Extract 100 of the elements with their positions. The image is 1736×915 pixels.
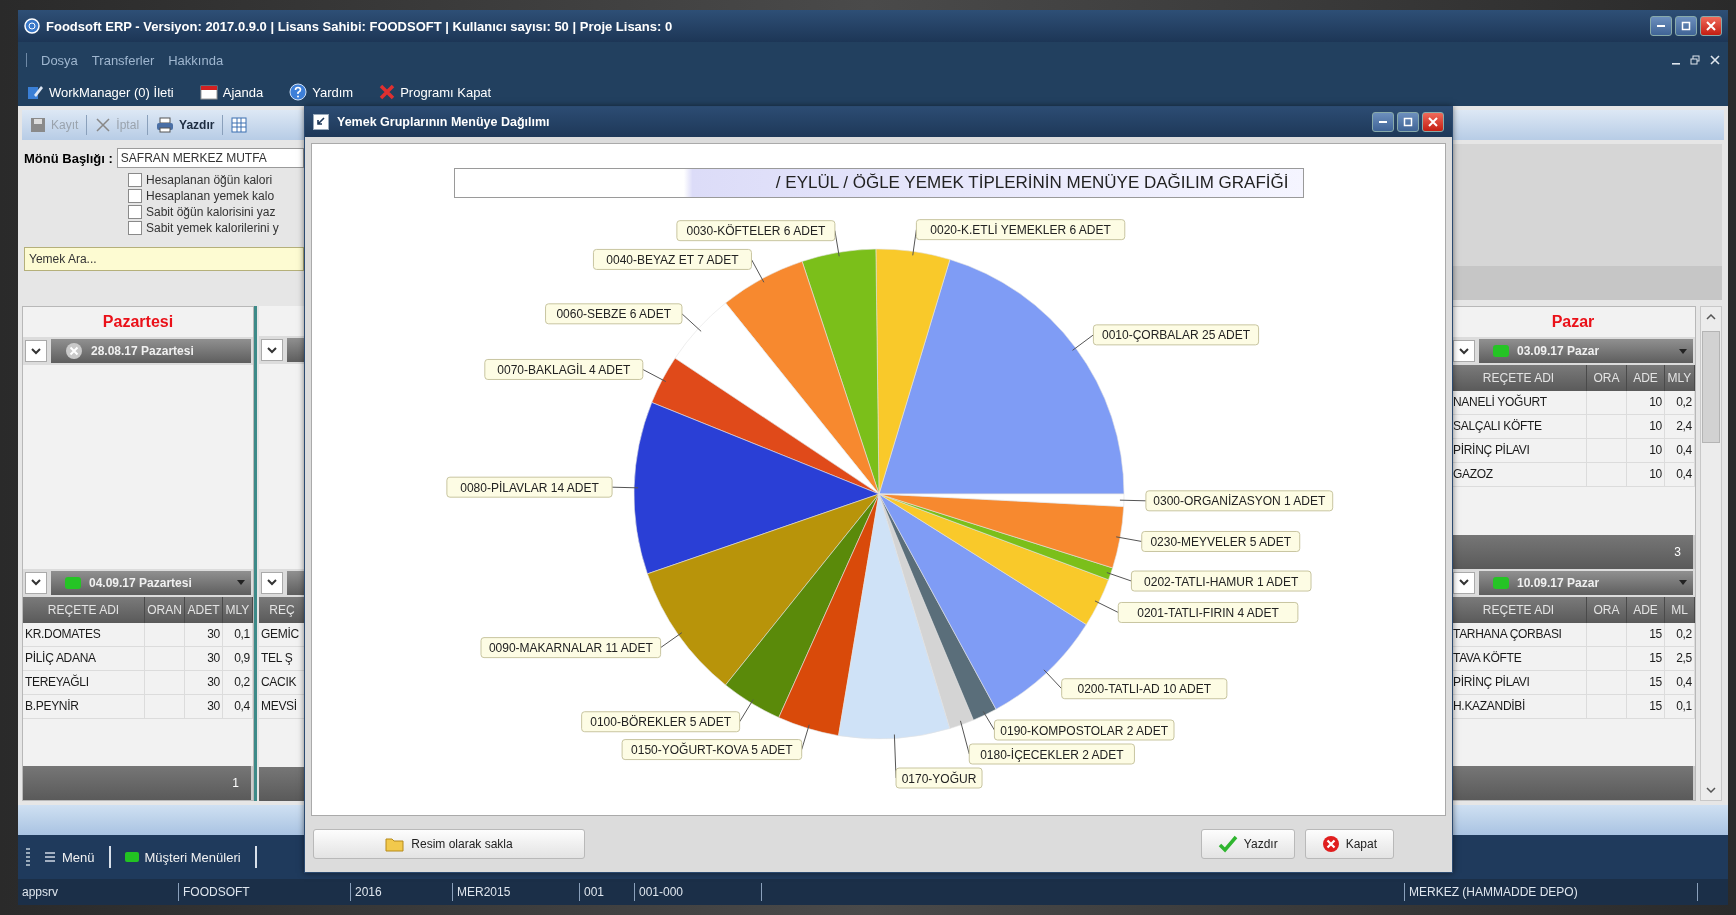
maximize-button[interactable]: [1675, 16, 1697, 36]
column-header[interactable]: MLY: [223, 596, 253, 623]
window-title: Foodsoft ERP - Versiyon: 2017.0.9.0 | Lisans Sahibi: FOODSOFT | Kullanıcı sayısı: 50 | Proje Lisans: 0: [46, 18, 674, 34]
leader-line: [680, 313, 702, 332]
maximize-icon: [1403, 117, 1413, 127]
toolbar-button[interactable]: Programı Kapat: [379, 82, 492, 102]
checkbox[interactable]: [128, 221, 142, 235]
data-label: 0040-BEYAZ ET 7 ADET: [592, 248, 752, 270]
close-button[interactable]: [1422, 112, 1444, 132]
column-header[interactable]: ORAN: [145, 596, 185, 623]
table-cell: PİLİÇ ADANA: [23, 646, 145, 670]
maximize-icon: [1681, 21, 1691, 31]
day-header-bar: [287, 338, 304, 362]
column-header[interactable]: ADE: [1627, 365, 1665, 391]
scroll-thumb[interactable]: [1702, 331, 1720, 443]
dialog-button[interactable]: Resim olarak sakla: [313, 829, 585, 859]
chart-title-field: / EYLÜL / ÖĞLE YEMEK TİPLERİNİN MENÜYE DAĞILIM GRAFİĞİ: [453, 168, 1304, 198]
chevron-icon: [31, 347, 41, 355]
maximize-button[interactable]: [1397, 112, 1419, 132]
dropdown-button[interactable]: [1453, 571, 1475, 594]
data-label: 0020-K.ETLİ YEMEKLER 6 ADET: [915, 219, 1125, 241]
slice-label: 0070-BAKLAGİL 4 ADET: [496, 362, 631, 377]
table-cell: 30: [185, 622, 223, 646]
table-cell: 2,5: [1665, 646, 1695, 670]
status-text: appsrv: [21, 884, 60, 901]
checkbox[interactable]: [128, 189, 142, 203]
table-cell: 30: [185, 694, 223, 718]
data-label: 0010-ÇORBALAR 25 ADET: [1092, 324, 1259, 346]
column-header[interactable]: ADE: [1627, 596, 1665, 623]
checkbox[interactable]: [128, 173, 142, 187]
menu-title-field[interactable]: SAFRAN MERKEZ MUTFA: [116, 148, 304, 168]
menu-item[interactable]: Dosya: [41, 52, 78, 68]
table-cell: 0,2: [223, 670, 253, 694]
column-header[interactable]: REÇETE ADI: [23, 596, 145, 623]
toolbar-button[interactable]: Ajanda: [199, 82, 264, 102]
table-cell: 10: [1627, 439, 1665, 462]
column-header[interactable]: ORA: [1587, 365, 1627, 391]
dialog-button[interactable]: Kapat: [1304, 829, 1394, 859]
minimize-button[interactable]: [1372, 112, 1394, 132]
date-label: 03.09.17 Pazar: [1517, 344, 1601, 358]
table-cell: 15: [1627, 670, 1665, 694]
notepad-icon: [26, 83, 44, 101]
caret-icon[interactable]: [1679, 348, 1687, 354]
data-label: 0202-TATLI-HAMUR 1 ADET: [1130, 570, 1311, 592]
table-cell: 0,4: [1665, 670, 1695, 694]
close-icon[interactable]: [1710, 55, 1720, 65]
search-field[interactable]: Yemek Ara...: [24, 247, 304, 271]
app-logo-icon: [24, 18, 40, 34]
column-header[interactable]: ML: [1665, 596, 1695, 623]
chevron-up-icon: [1706, 314, 1716, 320]
save-icon: [30, 117, 46, 133]
field-label: Mönü Başlığı :: [24, 150, 113, 166]
column-header[interactable]: MLY: [1665, 365, 1695, 391]
column-header[interactable]: ADET: [185, 596, 223, 623]
taskbar-item[interactable]: Menü: [38, 847, 101, 867]
chevron-icon: [1459, 347, 1469, 355]
taskbar-item[interactable]: Müşteri Menüleri: [118, 847, 247, 867]
slice-label: 0170-YOĞUR: [901, 770, 977, 786]
table-cell: 0,1: [1665, 694, 1695, 718]
leader-line: [1105, 572, 1132, 582]
toolbar-button[interactable]: Yardım: [289, 82, 354, 102]
scrollbar[interactable]: [1700, 306, 1722, 801]
toolbar-button[interactable]: Yazdır: [156, 115, 215, 135]
data-label: 0170-YOĞUR: [895, 767, 983, 789]
dropdown-button[interactable]: [261, 571, 283, 594]
status-text: 001-000: [634, 883, 761, 901]
slice-label: 0180-İÇECEKLER 2 ADET: [979, 747, 1124, 762]
grid-icon[interactable]: [231, 117, 248, 133]
dropdown-button[interactable]: [25, 340, 47, 362]
leader-line: [611, 486, 639, 489]
toolbar-button[interactable]: WorkManager (0) İleti: [26, 82, 174, 102]
slice-label: 0201-TATLI-FIRIN 4 ADET: [1136, 605, 1280, 620]
caret-icon[interactable]: [237, 580, 245, 585]
chevron-icon: [31, 579, 41, 586]
dropdown-button[interactable]: [1453, 340, 1475, 362]
menu-item[interactable]: Hakkında: [168, 52, 224, 68]
dropdown-button[interactable]: [25, 571, 47, 594]
column-header[interactable]: ORA: [1587, 596, 1627, 623]
table-cell: 0,4: [223, 694, 253, 718]
data-label: 0100-BÖREKLER 5 ADET: [580, 711, 740, 733]
data-label: 0080-PİLAVLAR 14 ADET: [445, 476, 613, 498]
dialog-button[interactable]: Yazdır: [1200, 829, 1295, 859]
chevron-icon: [267, 579, 277, 586]
close-icon: [1706, 21, 1716, 31]
data-label: 0200-TATLI-AD 10 ADET: [1060, 678, 1227, 700]
dropdown-button[interactable]: [261, 339, 283, 361]
close-button[interactable]: [1700, 16, 1722, 36]
slice-label: 0020-K.ETLİ YEMEKLER 6 ADET: [929, 223, 1112, 238]
caret-icon[interactable]: [1679, 580, 1687, 585]
menu-item[interactable]: Transferler: [91, 52, 155, 68]
checkbox[interactable]: [128, 205, 142, 219]
table-cell: KR.DOMATES: [23, 622, 145, 646]
data-label: 0230-MEYVELER 5 ADET: [1140, 531, 1300, 552]
leader-line: [959, 720, 970, 755]
check-icon: [1217, 835, 1238, 853]
minimize-button[interactable]: [1650, 16, 1672, 36]
restore-icon[interactable]: [1690, 55, 1700, 65]
cross-icon: [379, 84, 396, 100]
data-label: 0150-YOĞURT-KOVA 5 ADET: [621, 739, 802, 761]
day-heading: Pazartesi: [102, 313, 174, 331]
